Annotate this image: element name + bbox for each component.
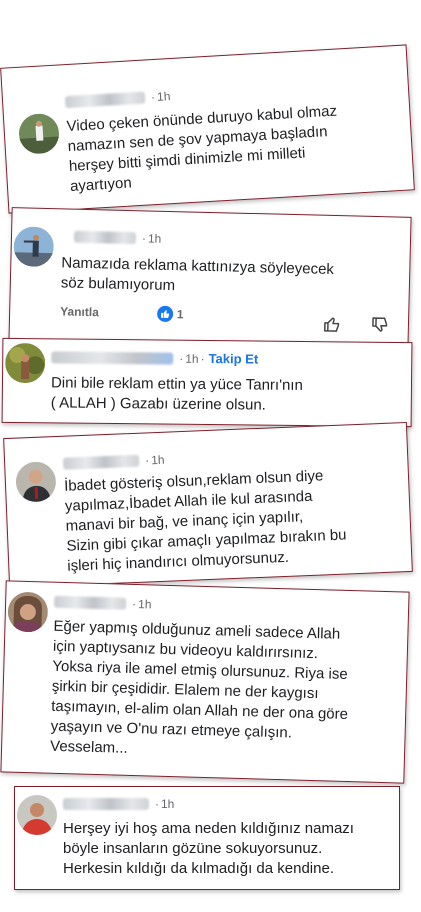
author-name-redacted[interactable] [73, 230, 137, 245]
comment-text: Eğer yapmış olduğunuz ameli sadece Allah… [50, 617, 351, 765]
like-count[interactable]: 1 [177, 307, 184, 321]
avatar-photo [17, 112, 61, 155]
comment-meta: · 1h [54, 595, 152, 611]
avatar-photo [15, 461, 57, 503]
avatar-photo [4, 342, 46, 384]
avatar-photo [17, 795, 57, 835]
comment-timestamp[interactable]: 1h [148, 231, 162, 245]
comment-line: Dini bile reklam ettin ya yüce Tanrı'nın [50, 374, 303, 395]
avatar[interactable] [17, 795, 57, 835]
comment-line: böyle insanların gözüne sokuyorsunuz. [63, 840, 323, 857]
reply-button[interactable]: Yanıtla [60, 304, 99, 319]
avatar[interactable] [13, 226, 55, 268]
comment-text: Herşey iyi hoş ama neden kıldığınız nama… [63, 819, 354, 879]
avatar[interactable] [17, 112, 61, 155]
comment-line: Herşey iyi hoş ama neden kıldığınız nama… [63, 820, 354, 837]
follow-button[interactable]: Takip Et [209, 351, 259, 367]
comment-card-2: · 1h Namazıda reklama kattınızya söyleye… [8, 207, 412, 352]
author-name-redacted[interactable] [51, 350, 174, 365]
comment-text: İbadet gösteriş olsun,reklam olsun diye … [64, 466, 348, 577]
comment-card-3: · 1h · Takip Et Dini bile reklam ettin y… [1, 337, 413, 428]
comment-meta: · 1h · Takip Et [51, 349, 259, 367]
comment-timestamp[interactable]: 1h [161, 797, 174, 811]
comment-actions: Yanıtla 1 [60, 303, 184, 323]
avatar[interactable] [4, 342, 46, 384]
comment-timestamp[interactable]: 1h [157, 89, 171, 104]
avatar[interactable] [15, 461, 57, 503]
comment-timestamp[interactable]: 1h [138, 597, 152, 611]
comment-meta: · 1h [73, 230, 162, 246]
avatar[interactable] [7, 591, 49, 633]
comment-timestamp[interactable]: 1h [151, 453, 165, 468]
comment-card-4: · 1h İbadet gösteriş olsun,reklam olsun … [3, 421, 413, 589]
comment-card-5: · 1h Eğer yapmış olduğunuz ameli sadece … [0, 580, 410, 784]
author-name-redacted[interactable] [54, 595, 127, 610]
author-name-redacted[interactable] [64, 91, 146, 109]
comment-meta: · 1h [62, 453, 165, 471]
author-name-redacted[interactable] [62, 454, 140, 470]
comment-meta: · 1h [63, 797, 174, 811]
comment-meta: · 1h [64, 89, 171, 109]
comment-line: Herkesin kıldığı da kılmadığı da kendine… [63, 860, 334, 877]
comment-text: Dini bile reklam ettin ya yüce Tanrı'nın… [51, 373, 303, 416]
comment-line: ( ALLAH ) Gazabı üzerine olsun. [50, 394, 266, 414]
comment-card-6: · 1h Herşey iyi hoş ama neden kıldığınız… [14, 786, 400, 890]
avatar-photo [13, 226, 55, 268]
comment-timestamp[interactable]: 1h [185, 351, 199, 365]
thumbs-down-outline-icon[interactable] [370, 315, 390, 335]
like-badge-icon [156, 305, 174, 323]
thumbs-up-outline-icon[interactable] [322, 314, 342, 334]
avatar-photo [7, 591, 49, 633]
author-name-redacted[interactable] [63, 798, 149, 810]
comments-screenshot: · 1h Video çeken önünde duruyo kabul olm… [0, 0, 421, 912]
comment-text: Namazıda reklama kattınızya söyleyecek s… [61, 253, 335, 300]
comment-card-1: · 1h Video çeken önünde duruyo kabul olm… [0, 44, 415, 214]
comment-text: Video çeken önünde duruyo kabul olmaz na… [66, 102, 341, 197]
